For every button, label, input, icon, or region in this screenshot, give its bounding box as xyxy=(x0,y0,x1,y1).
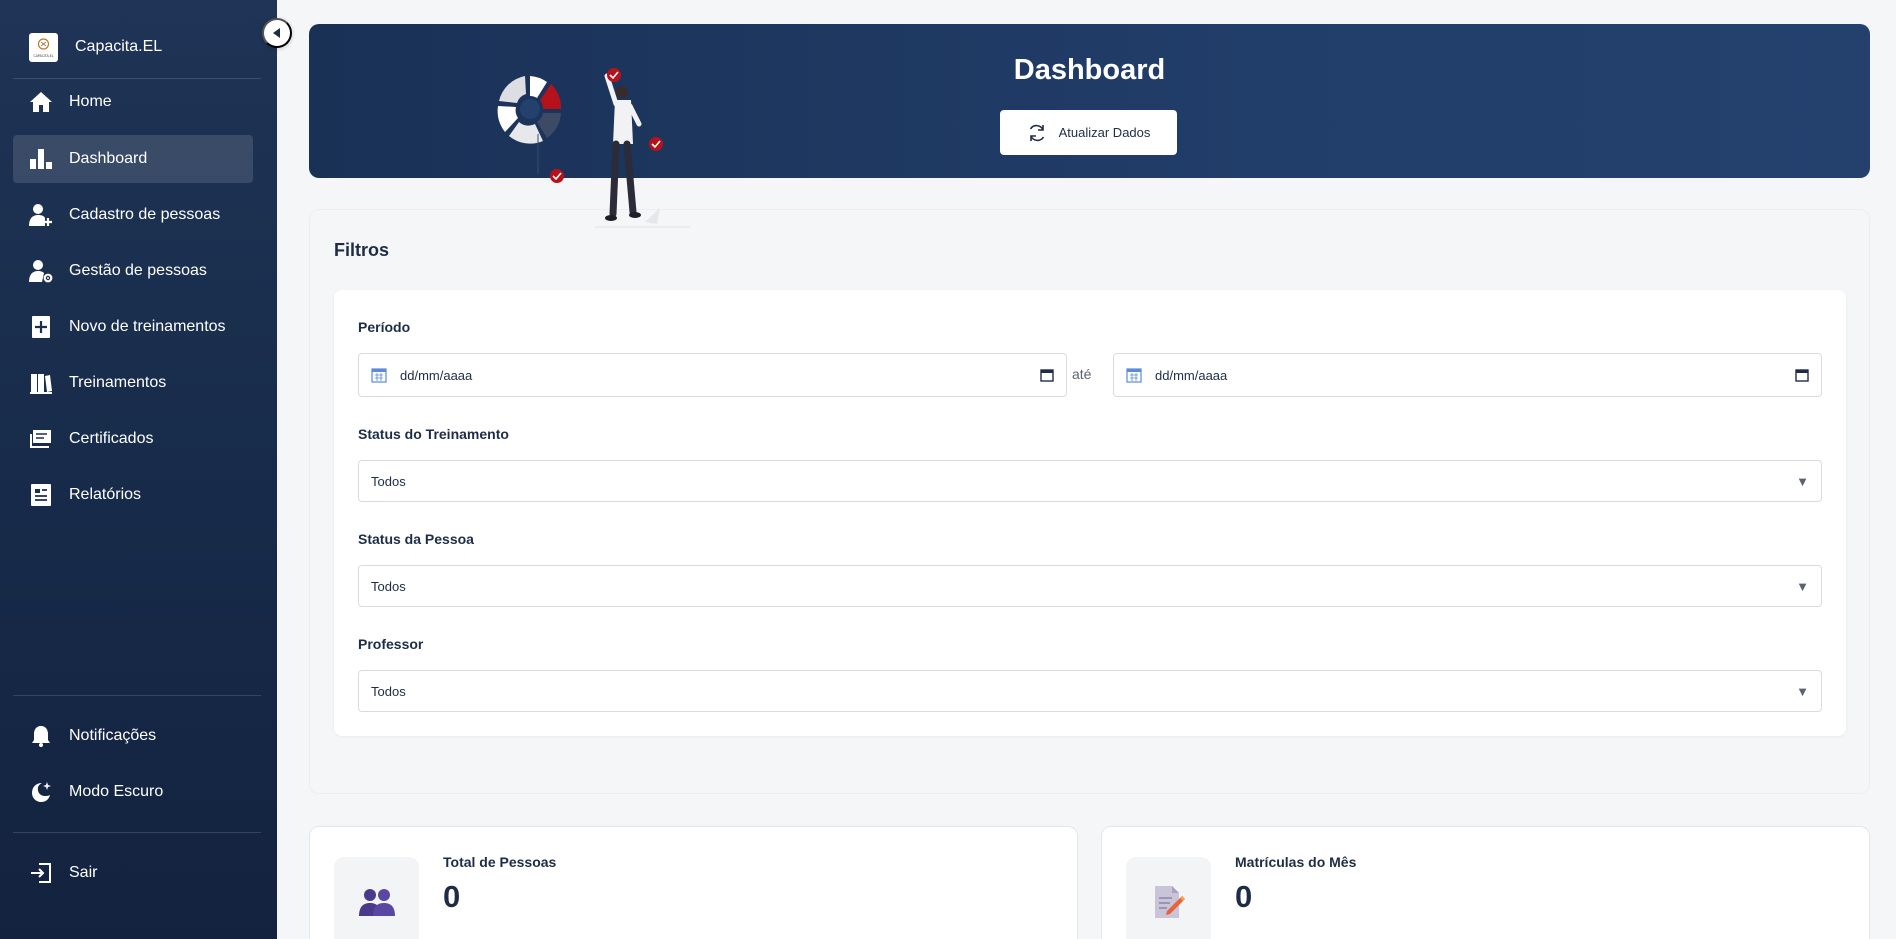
sidebar-item-gestao-pessoas[interactable]: Gestão de pessoas xyxy=(13,247,253,295)
filters-panel: Período dd/mm/aaaa até dd/mm/aaaa Status… xyxy=(334,290,1846,736)
sidebar-item-label: Modo Escuro xyxy=(69,783,164,800)
sidebar-item-label: Certificados xyxy=(69,430,154,447)
person-status-label: Status da Pessoa xyxy=(358,531,474,547)
training-status-label: Status do Treinamento xyxy=(358,426,509,442)
logout-icon xyxy=(29,861,53,885)
stat-value: 0 xyxy=(1235,879,1253,914)
teacher-value: Todos xyxy=(371,683,406,699)
divider xyxy=(13,695,261,696)
sidebar-item-label: Relatórios xyxy=(69,486,142,503)
sidebar-item-label: Novo de treinamentos xyxy=(69,318,226,335)
sidebar-collapse-button[interactable] xyxy=(262,18,292,48)
logout-label: Sair xyxy=(69,864,98,881)
divider xyxy=(13,832,261,833)
stat-label: Total de Pessoas xyxy=(443,854,557,870)
stat-card-matriculas-mes: Matrículas do Mês 0 xyxy=(1101,826,1870,939)
person-figure xyxy=(595,73,690,228)
donut-chart-graphic xyxy=(497,76,562,174)
home-icon xyxy=(29,90,53,114)
chevron-down-icon: ▼ xyxy=(1796,578,1809,594)
person-status-value: Todos xyxy=(371,578,406,594)
people-icon xyxy=(334,857,419,939)
certificate-icon xyxy=(29,427,53,451)
sidebar-item-label: Gestão de pessoas xyxy=(69,262,207,279)
caret-left-icon xyxy=(273,28,280,38)
moon-icon xyxy=(29,780,53,804)
sidebar-item-certificados[interactable]: Certificados xyxy=(13,415,253,463)
document-pencil-icon xyxy=(1126,857,1211,939)
refresh-data-label: Atualizar Dados xyxy=(1058,125,1151,140)
date-from-placeholder: dd/mm/aaaa xyxy=(400,367,473,383)
logo-text: CAPACITA.EL xyxy=(33,54,53,58)
sidebar-item-cadastro-pessoas[interactable]: Cadastro de pessoas xyxy=(13,191,253,239)
dashboard-illustration xyxy=(497,68,690,228)
person-status-select[interactable]: Todos ▼ xyxy=(358,565,1822,607)
period-label: Período xyxy=(358,319,411,335)
bar-chart-icon xyxy=(29,147,53,171)
sidebar: CAPACITA.EL Capacita.EL Home Dashboard C… xyxy=(0,0,277,939)
chevron-down-icon: ▼ xyxy=(1796,683,1809,699)
stat-card-total-pessoas: Total de Pessoas 0 xyxy=(309,826,1078,939)
refresh-icon xyxy=(1029,124,1044,141)
date-to-placeholder: dd/mm/aaaa xyxy=(1155,367,1228,383)
bell-icon xyxy=(29,724,53,748)
brand-logo: CAPACITA.EL xyxy=(29,32,58,62)
stat-value: 0 xyxy=(443,879,461,914)
training-status-select[interactable]: Todos ▼ xyxy=(358,460,1822,502)
sidebar-item-dashboard[interactable]: Dashboard xyxy=(13,135,253,183)
sidebar-item-label: Cadastro de pessoas xyxy=(69,206,221,223)
filters-title: Filtros xyxy=(334,240,390,260)
date-from-input[interactable]: dd/mm/aaaa xyxy=(358,353,1067,397)
user-plus-icon xyxy=(29,203,53,227)
chevron-down-icon: ▼ xyxy=(1796,473,1809,489)
sidebar-item-treinamentos[interactable]: Treinamentos xyxy=(13,359,253,407)
stat-label: Matrículas do Mês xyxy=(1235,854,1357,870)
check-badges xyxy=(550,68,663,183)
brand[interactable]: CAPACITA.EL Capacita.EL xyxy=(29,31,162,63)
sidebar-item-label: Notificações xyxy=(69,727,157,744)
sidebar-item-notificacoes[interactable]: Notificações xyxy=(13,712,253,760)
teacher-label: Professor xyxy=(358,636,424,652)
report-icon xyxy=(29,483,53,507)
calendar-icon xyxy=(1126,368,1142,383)
filters-section: Filtros Período dd/mm/aaaa até dd/mm/aaa… xyxy=(309,209,1870,794)
sidebar-item-relatorios[interactable]: Relatórios xyxy=(13,471,253,519)
app-root: CAPACITA.EL Capacita.EL Home Dashboard C… xyxy=(0,0,1896,939)
training-status-value: Todos xyxy=(371,473,406,489)
teacher-select[interactable]: Todos ▼ xyxy=(358,670,1822,712)
sidebar-item-modo-escuro[interactable]: Modo Escuro xyxy=(13,768,253,816)
sidebar-item-home[interactable]: Home xyxy=(13,78,253,126)
date-to-input[interactable]: dd/mm/aaaa xyxy=(1113,353,1822,397)
brand-name: Capacita.EL xyxy=(75,38,163,55)
range-separator: até xyxy=(1072,366,1092,382)
logout-button[interactable]: Sair xyxy=(13,849,253,897)
books-icon xyxy=(29,371,53,395)
sidebar-item-label: Treinamentos xyxy=(69,374,167,391)
add-document-icon xyxy=(29,315,53,339)
sidebar-item-label: Dashboard xyxy=(69,150,148,167)
calendar-picker-icon[interactable] xyxy=(1795,368,1809,382)
calendar-icon xyxy=(371,368,387,383)
sidebar-item-label: Home xyxy=(69,93,112,110)
user-gear-icon xyxy=(29,259,53,283)
calendar-picker-icon[interactable] xyxy=(1040,368,1054,382)
sidebar-item-novo-treinamentos[interactable]: Novo de treinamentos xyxy=(13,303,253,351)
refresh-data-button[interactable]: Atualizar Dados xyxy=(1000,110,1177,155)
